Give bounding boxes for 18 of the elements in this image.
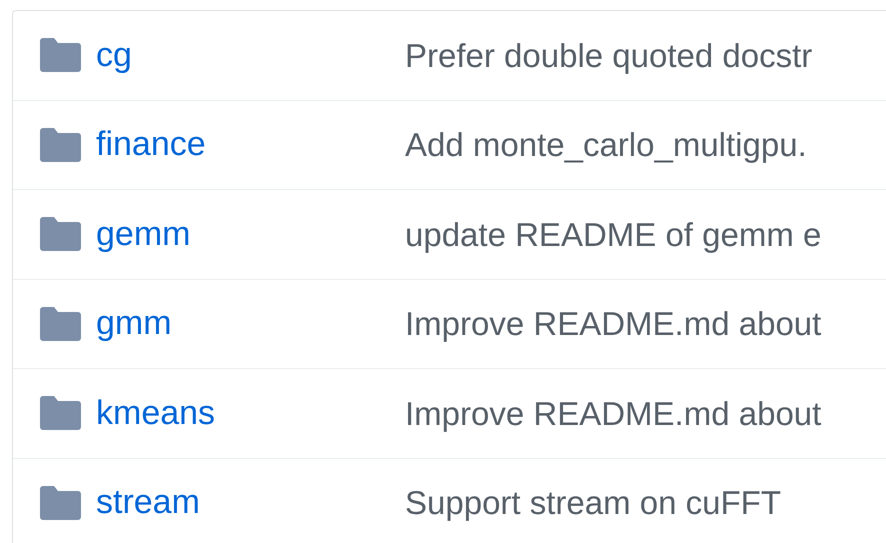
commit-message-link[interactable]: Support stream on cuFFT bbox=[405, 478, 781, 528]
commit-message-link[interactable]: Improve README.md about bbox=[405, 299, 822, 348]
commit-message-link[interactable]: Add monte_carlo_multigpu. bbox=[405, 120, 807, 170]
commit-message-link[interactable]: Improve README.md about bbox=[405, 388, 822, 438]
commit-message-link[interactable]: update README of gemm e bbox=[405, 210, 822, 259]
folder-icon bbox=[40, 217, 81, 252]
folder-link[interactable]: stream bbox=[96, 477, 200, 528]
folder-icon bbox=[40, 396, 81, 430]
folder-icon bbox=[40, 38, 81, 72]
commit-message-link[interactable]: Prefer double quoted docstr bbox=[405, 30, 812, 80]
folder-icon bbox=[40, 128, 81, 162]
folder-link[interactable]: gemm bbox=[96, 208, 190, 260]
folder-link[interactable]: cg bbox=[96, 30, 132, 81]
folder-icon bbox=[40, 306, 81, 341]
folder-link[interactable]: kmeans bbox=[96, 388, 216, 439]
folder-link[interactable]: gmm bbox=[96, 298, 172, 350]
folder-link[interactable]: finance bbox=[96, 119, 206, 170]
folder-icon bbox=[40, 486, 81, 520]
